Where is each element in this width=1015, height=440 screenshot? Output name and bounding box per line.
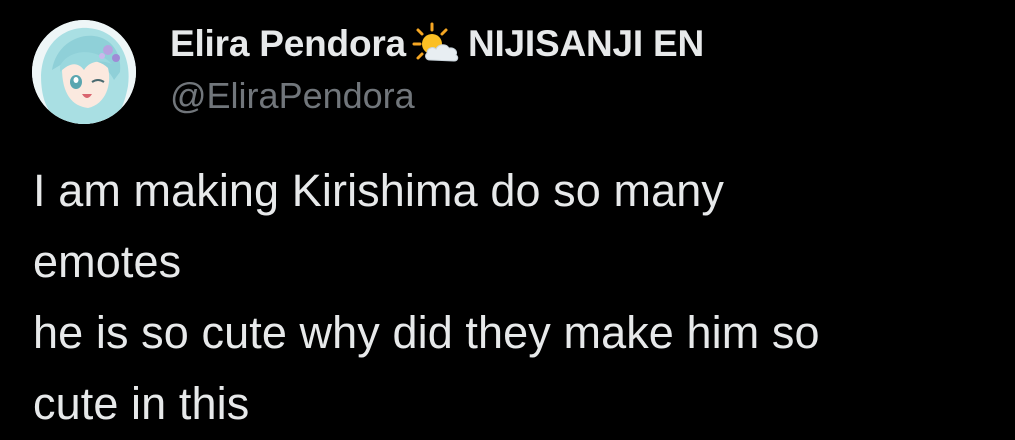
- user-handle[interactable]: @EliraPendora: [170, 74, 995, 118]
- avatar-image: [32, 20, 136, 124]
- tweet-text: I am making Kirishima do so many emotes …: [33, 155, 1008, 439]
- tweet-line: he is so cute why did they make him so: [33, 307, 820, 358]
- tweet-header: Elira Pendora NIJISANJI EN @EliraPendora: [170, 18, 995, 118]
- tweet-card: Elira Pendora NIJISANJI EN @EliraPendora: [0, 0, 1015, 440]
- name-row: Elira Pendora NIJISANJI EN: [170, 18, 995, 70]
- tweet-line: I am making Kirishima do so many: [33, 165, 724, 216]
- sun-behind-cloud-icon: [412, 22, 462, 66]
- tweet-line: emotes: [33, 236, 182, 287]
- display-name[interactable]: Elira Pendora: [170, 23, 406, 65]
- affiliation-label: NIJISANJI EN: [467, 23, 705, 64]
- tweet-line: cute in this: [33, 378, 250, 429]
- avatar[interactable]: [32, 20, 136, 124]
